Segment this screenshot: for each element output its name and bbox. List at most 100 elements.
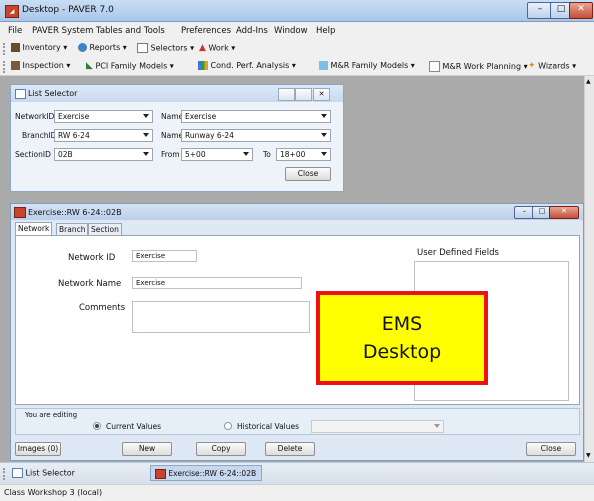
mr-models-icon — [319, 61, 328, 70]
selectors-label: Selectors — [150, 43, 188, 53]
app-icon: ◢ — [5, 5, 19, 18]
inspection-label: Inspection — [22, 61, 64, 70]
toolbar-secondary: Inspection ▾ ◣ PCI Family Models ▾ Cond.… — [0, 58, 594, 76]
inventory-label: Inventory — [22, 43, 61, 52]
exercise-window-title: Exercise::RW 6-24::02B — [28, 208, 122, 217]
inspection-icon — [11, 61, 20, 70]
from-value: 5+00 — [185, 150, 206, 159]
window-title: Desktop - PAVER 7.0 — [22, 5, 114, 15]
wizards-menu[interactable]: ✦ Wizards ▾ — [528, 61, 576, 71]
menu-window[interactable]: Window — [274, 26, 308, 36]
editing-mode-group: You are editing Current Values Historica… — [15, 408, 580, 435]
menu-file[interactable]: File — [8, 26, 22, 36]
menu-bar: File PAVER System Tables and Tools Prefe… — [0, 22, 594, 40]
network-id-field[interactable]: Exercise — [132, 250, 197, 262]
to-select[interactable]: 18+00 — [276, 148, 331, 161]
exercise-close-button[interactable]: ✕ — [549, 206, 579, 219]
close-window-button[interactable]: ✕ — [569, 2, 593, 19]
branch-name-label: Name — [161, 131, 184, 140]
mr-work-planning-label: M&R Work Planning — [442, 62, 522, 71]
current-values-label: Current Values — [106, 422, 162, 431]
exercise-titlebar: Exercise::RW 6-24::02B – □ ✕ — [11, 204, 583, 220]
work-icon: ▲ — [199, 43, 206, 53]
menu-help[interactable]: Help — [316, 26, 335, 36]
list-selector-icon — [15, 89, 26, 99]
section-id-label: SectionID — [15, 150, 51, 159]
menu-add-ins[interactable]: Add-Ins — [236, 26, 268, 36]
taskbar-list-selector[interactable]: List Selector — [12, 468, 75, 478]
scroll-up-icon[interactable]: ▲ — [586, 78, 591, 85]
branch-name-value: Runway 6-24 — [185, 131, 234, 140]
comments-label: Comments — [79, 303, 126, 313]
branch-name-select[interactable]: Runway 6-24 — [181, 129, 331, 142]
branch-id-label: BranchID — [22, 131, 57, 140]
network-name-select[interactable]: Exercise — [181, 110, 331, 123]
new-button[interactable]: New — [122, 442, 172, 456]
callout-line-1: EMS — [381, 313, 423, 335]
title-bar: ◢ Desktop - PAVER 7.0 – □ ✕ — [0, 0, 594, 22]
close-button[interactable]: Close — [526, 442, 576, 456]
menu-paver-system-tables[interactable]: PAVER System Tables and Tools — [32, 26, 165, 36]
scroll-down-icon[interactable]: ▼ — [586, 452, 591, 459]
bar-chart-icon — [198, 61, 208, 70]
selectors-menu[interactable]: Selectors ▾ — [137, 43, 194, 53]
inventory-icon — [11, 43, 20, 52]
historical-values-label: Historical Values — [237, 422, 300, 431]
pci-family-models-menu[interactable]: ◣ PCI Family Models ▾ — [86, 61, 174, 71]
work-planning-icon — [429, 61, 440, 72]
from-label: From — [161, 150, 180, 159]
historical-values-radio[interactable] — [224, 422, 232, 430]
work-label: Work — [208, 43, 229, 53]
network-id-field-label: Network ID — [68, 253, 116, 263]
inventory-menu[interactable]: Inventory ▾ — [11, 43, 67, 52]
taskbar-exercise[interactable]: Exercise::RW 6-24::02B — [150, 465, 262, 481]
current-values-radio[interactable] — [93, 422, 101, 430]
list-selector-restore-button[interactable] — [295, 88, 312, 101]
you-are-editing-label: You are editing — [25, 411, 78, 419]
delete-button[interactable]: Delete — [265, 442, 315, 456]
network-name-field[interactable]: Exercise — [132, 277, 302, 289]
mr-work-planning-menu[interactable]: M&R Work Planning ▾ — [429, 61, 528, 72]
network-name-label: Name — [161, 112, 184, 121]
mdi-taskbar: List Selector Exercise::RW 6-24::02B — [0, 462, 594, 484]
pci-curve-icon: ◣ — [86, 61, 93, 71]
from-select[interactable]: 5+00 — [181, 148, 253, 161]
list-selector-minimize-button[interactable] — [278, 88, 295, 101]
cond-perf-analysis-menu[interactable]: Cond. Perf. Analysis ▾ — [198, 61, 296, 70]
taskbar-exercise-label: Exercise::RW 6-24::02B — [168, 469, 257, 478]
network-id-value: Exercise — [58, 112, 90, 121]
menu-preferences[interactable]: Preferences — [181, 26, 231, 36]
section-id-select[interactable]: 02B — [54, 148, 153, 161]
exercise-window: Exercise::RW 6-24::02B – □ ✕ Network Bra… — [10, 203, 584, 461]
network-id-select[interactable]: Exercise — [54, 110, 153, 123]
list-selector-close-action-button[interactable]: Close — [285, 167, 331, 181]
branch-id-select[interactable]: RW 6-24 — [54, 129, 153, 142]
mr-family-models-menu[interactable]: M&R Family Models ▾ — [319, 61, 415, 70]
list-selector-titlebar: List Selector ✕ — [11, 85, 343, 102]
reports-menu[interactable]: Reports ▾ — [78, 43, 127, 52]
exercise-window-icon — [14, 207, 26, 218]
list-selector-close-button[interactable]: ✕ — [313, 88, 330, 101]
wizard-wand-icon: ✦ — [528, 61, 536, 71]
status-bar: Class Workshop 3 (local) — [0, 484, 594, 501]
work-menu[interactable]: ▲ Work ▾ — [199, 43, 235, 53]
to-label: To — [263, 150, 271, 159]
list-selector-title: List Selector — [28, 89, 78, 98]
copy-button[interactable]: Copy — [196, 442, 246, 456]
to-value: 18+00 — [280, 150, 306, 159]
user-defined-fields-label: User Defined Fields — [417, 248, 499, 258]
images-button[interactable]: Images (0) — [15, 442, 61, 456]
selectors-icon — [137, 43, 148, 53]
reports-label: Reports — [89, 43, 121, 52]
wizards-label: Wizards — [538, 61, 570, 71]
taskbar-list-selector-label: List Selector — [25, 468, 75, 478]
network-name-value: Exercise — [185, 112, 217, 121]
network-name-field-label: Network Name — [58, 279, 122, 289]
inspection-menu[interactable]: Inspection ▾ — [11, 61, 70, 70]
comments-field[interactable] — [132, 301, 310, 333]
desktop-scrollbar[interactable]: ▲ ▼ — [584, 76, 594, 462]
historical-date-select[interactable] — [311, 420, 444, 433]
reports-icon — [78, 43, 87, 52]
pci-family-models-label: PCI Family Models — [95, 61, 168, 71]
network-id-label: NetworkID — [15, 112, 55, 121]
